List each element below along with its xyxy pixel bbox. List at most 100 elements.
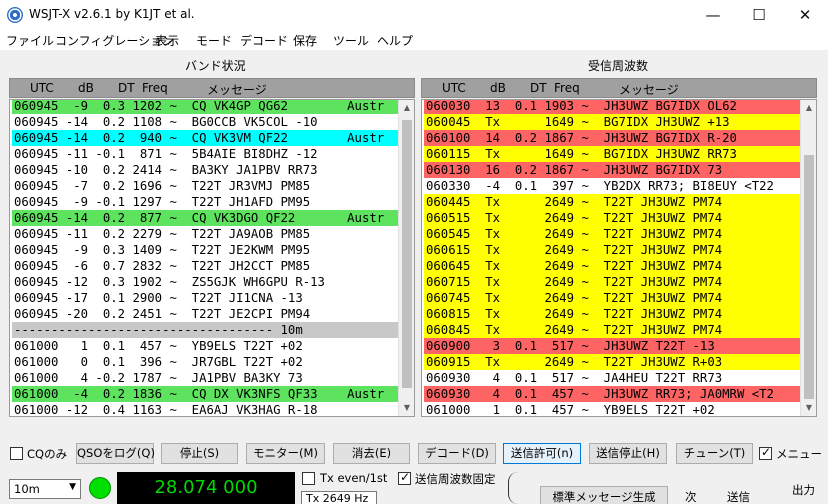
menus-checkbox[interactable] [759,445,772,460]
next-label: 次 [685,490,697,504]
decode-row[interactable]: 061000 4 -0.2 1787 ~ JA1PBV BA3KY 73 [12,370,398,386]
decode-row[interactable]: 060945 -20 0.2 2451 ~ T22T JE2CPI PM94 [12,306,398,322]
menu-help[interactable]: ヘルプ [377,32,413,49]
decode-row[interactable]: 060945 -17 0.1 2900 ~ T22T JI1CNA -13 [12,290,398,306]
decode-row[interactable]: 060945 -11 0.2 2279 ~ T22T JA9AOB PM85 [12,226,398,242]
col-message: メッセージ [207,83,267,97]
dial-frequency-display: 28.074 000 [117,472,295,504]
decode-row[interactable]: 060945 -14 0.2 877 ~ CQ VK3DGO QF22 Aust… [12,210,398,226]
decode-row[interactable]: 060100 14 0.2 1867 ~ JH3UWZ BG7IDX R-20 [424,130,800,146]
rx-frequency-header: UTC dB DT Freq メッセージ [421,78,817,98]
rx-frequency-scrollbar[interactable]: ▲ ▼ [800,100,816,416]
col-message: メッセージ [619,83,679,97]
decode-row[interactable]: 060715 Tx 2649 ~ T22T JH3UWZ PM74 [424,274,800,290]
decode-row[interactable]: 060515 Tx 2649 ~ T22T JH3UWZ PM74 [424,210,800,226]
decode-row[interactable]: 060945 -9 0.3 1202 ~ CQ VK4GP QG62 Austr [12,100,398,114]
band-activity-scrollbar[interactable]: ▲ ▼ [398,100,414,416]
decode-row[interactable]: 060945 -7 0.2 1696 ~ T22T JR3VMJ PM85 [12,178,398,194]
decode-row[interactable]: 060930 4 0.1 517 ~ JA4HEU T22T RR73 [424,370,800,386]
decode-row[interactable]: 060115 Tx 1649 ~ BG7IDX JH3UWZ RR73 [424,146,800,162]
col-db: dB [490,81,506,95]
menu-tools[interactable]: ツール [333,32,369,49]
band-activity-title: バンド状況 [185,59,246,73]
rx-frequency-list[interactable]: 060030 13 0.1 1903 ~ JH3UWZ BG7IDX OL62 0… [421,99,817,417]
decode-row[interactable]: 061000 1 0.1 457 ~ YB9ELS T22T +02 [12,338,398,354]
erase-button[interactable]: 消去(E) [333,443,410,464]
decode-row[interactable]: 060445 Tx 2649 ~ T22T JH3UWZ PM74 [424,194,800,210]
bracket-divider [508,472,522,504]
decode-row[interactable]: 060930 4 0.1 457 ~ JH3UWZ RR73; JA0MRW <… [424,386,800,402]
band-activity-header: UTC dB DT Freq メッセージ [9,78,415,98]
tx-even-checkbox[interactable] [302,472,315,485]
monitor-button[interactable]: モニター(M) [246,443,325,464]
band-separator-row[interactable]: ----------------------------------- 10m [12,322,398,338]
menu-save[interactable]: 保存 [293,32,317,49]
col-utc: UTC [442,81,466,95]
title-bar: WSJT-X v2.6.1 by K1JT et al. — ☐ ✕ [0,0,828,30]
generate-std-msgs-button[interactable]: 標準メッセージ生成 [540,486,668,504]
minimize-button[interactable]: — [690,0,736,30]
app-logo-icon [7,7,23,23]
menu-view[interactable]: 表示 [155,32,179,49]
decode-row[interactable]: 060545 Tx 2649 ~ T22T JH3UWZ PM74 [424,226,800,242]
band-select[interactable]: 10m ▼ [9,479,81,499]
decode-row[interactable]: 060945 -10 0.2 2414 ~ BA3KY JA1PBV RR73 [12,162,398,178]
col-freq: Freq [142,81,168,95]
decode-row[interactable]: 061000 -4 0.2 1836 ~ CQ DX VK3NFS QF33 A… [12,386,398,402]
decode-row[interactable]: 060945 -9 -0.1 1297 ~ T22T JH1AFD PM95 [12,194,398,210]
scroll-thumb[interactable] [402,120,412,388]
menus-label: メニュー [776,447,822,461]
decode-row[interactable]: 060945 -14 0.2 940 ~ CQ VK3VM QF22 Austr [12,130,398,146]
cq-only-label: CQのみ [27,447,68,461]
menu-file[interactable]: ファイル [6,32,54,49]
decode-row[interactable]: 061000 0 0.1 396 ~ JR7GBL T22T +02 [12,354,398,370]
log-qso-button[interactable]: QSOをログ(Q) [76,443,155,464]
decode-row[interactable]: 060915 Tx 2649 ~ T22T JH3UWZ R+03 [424,354,800,370]
rx-frequency-title: 受信周波数 [588,59,649,73]
col-dt: DT [530,81,547,95]
cq-only-checkbox[interactable] [10,447,23,460]
decode-row[interactable]: 060845 Tx 2649 ~ T22T JH3UWZ PM74 [424,322,800,338]
decode-row[interactable]: 060945 -11 -0.1 871 ~ 5B4AIE BI8DHZ -12 [12,146,398,162]
hold-tx-freq-label: 送信周波数固定 [415,472,496,486]
band-value: 10m [14,482,40,496]
menu-decode[interactable]: デコード [240,32,288,49]
tx-frequency-spinbox[interactable]: Tx 2649 Hz [301,491,377,504]
stop-button[interactable]: 停止(S) [161,443,238,464]
menu-mode[interactable]: モード [196,32,232,49]
tx-frequency-value: Tx 2649 Hz [306,492,369,504]
col-utc: UTC [30,81,54,95]
decode-row[interactable]: 060945 -6 0.7 2832 ~ T22T JH2CCT PM85 [12,258,398,274]
hold-tx-freq-checkbox[interactable] [398,470,411,485]
decode-row[interactable]: 060945 -14 0.2 1108 ~ BG0CCB VK5COL -10 [12,114,398,130]
decode-row[interactable]: 060900 3 0.1 517 ~ JH3UWZ T22T -13 [424,338,800,354]
decode-row[interactable]: 061000 -12 0.4 1163 ~ EA6AJ VK3HAG R-18 [12,402,398,416]
decode-row[interactable]: 061000 1 0.1 457 ~ YB9ELS T22T +02 [424,402,800,416]
decode-row[interactable]: 060815 Tx 2649 ~ T22T JH3UWZ PM74 [424,306,800,322]
scroll-up-icon[interactable]: ▲ [399,100,414,116]
decode-row[interactable]: 060945 -9 0.3 1409 ~ T22T JE2KWM PM95 [12,242,398,258]
decode-row[interactable]: 060615 Tx 2649 ~ T22T JH3UWZ PM74 [424,242,800,258]
decode-row[interactable]: 060130 16 0.2 1867 ~ JH3UWZ BG7IDX 73 [424,162,800,178]
tune-button[interactable]: チューン(T) [676,443,753,464]
output-label: 出力 [792,483,815,497]
scroll-up-icon[interactable]: ▲ [801,100,816,116]
maximize-button[interactable]: ☐ [736,0,782,30]
decode-button[interactable]: デコード(D) [418,443,496,464]
halt-tx-button[interactable]: 送信停止(H) [589,443,667,464]
decode-row[interactable]: 060330 -4 0.1 397 ~ YB2DX RR73; BI8EUY <… [424,178,800,194]
scroll-down-icon[interactable]: ▼ [801,400,816,416]
decode-row[interactable]: 060945 -12 0.3 1902 ~ ZS5GJK WH6GPU R-13 [12,274,398,290]
decode-row[interactable]: 060030 13 0.1 1903 ~ JH3UWZ BG7IDX OL62 [424,100,800,114]
decode-row[interactable]: 060645 Tx 2649 ~ T22T JH3UWZ PM74 [424,258,800,274]
decode-row[interactable]: 060045 Tx 1649 ~ BG7IDX JH3UWZ +13 [424,114,800,130]
scroll-down-icon[interactable]: ▼ [399,400,414,416]
scroll-thumb[interactable] [804,155,814,399]
band-activity-list[interactable]: 060945 -9 0.3 1202 ~ CQ VK4GP QG62 Austr… [9,99,415,417]
now-label: 送信 [727,490,750,504]
tx-even-label: Tx even/1st [320,471,388,485]
enable-tx-button[interactable]: 送信許可(n) [503,443,581,464]
close-button[interactable]: ✕ [782,0,828,30]
decode-row[interactable]: 060745 Tx 2649 ~ T22T JH3UWZ PM74 [424,290,800,306]
status-led-icon [89,477,111,499]
